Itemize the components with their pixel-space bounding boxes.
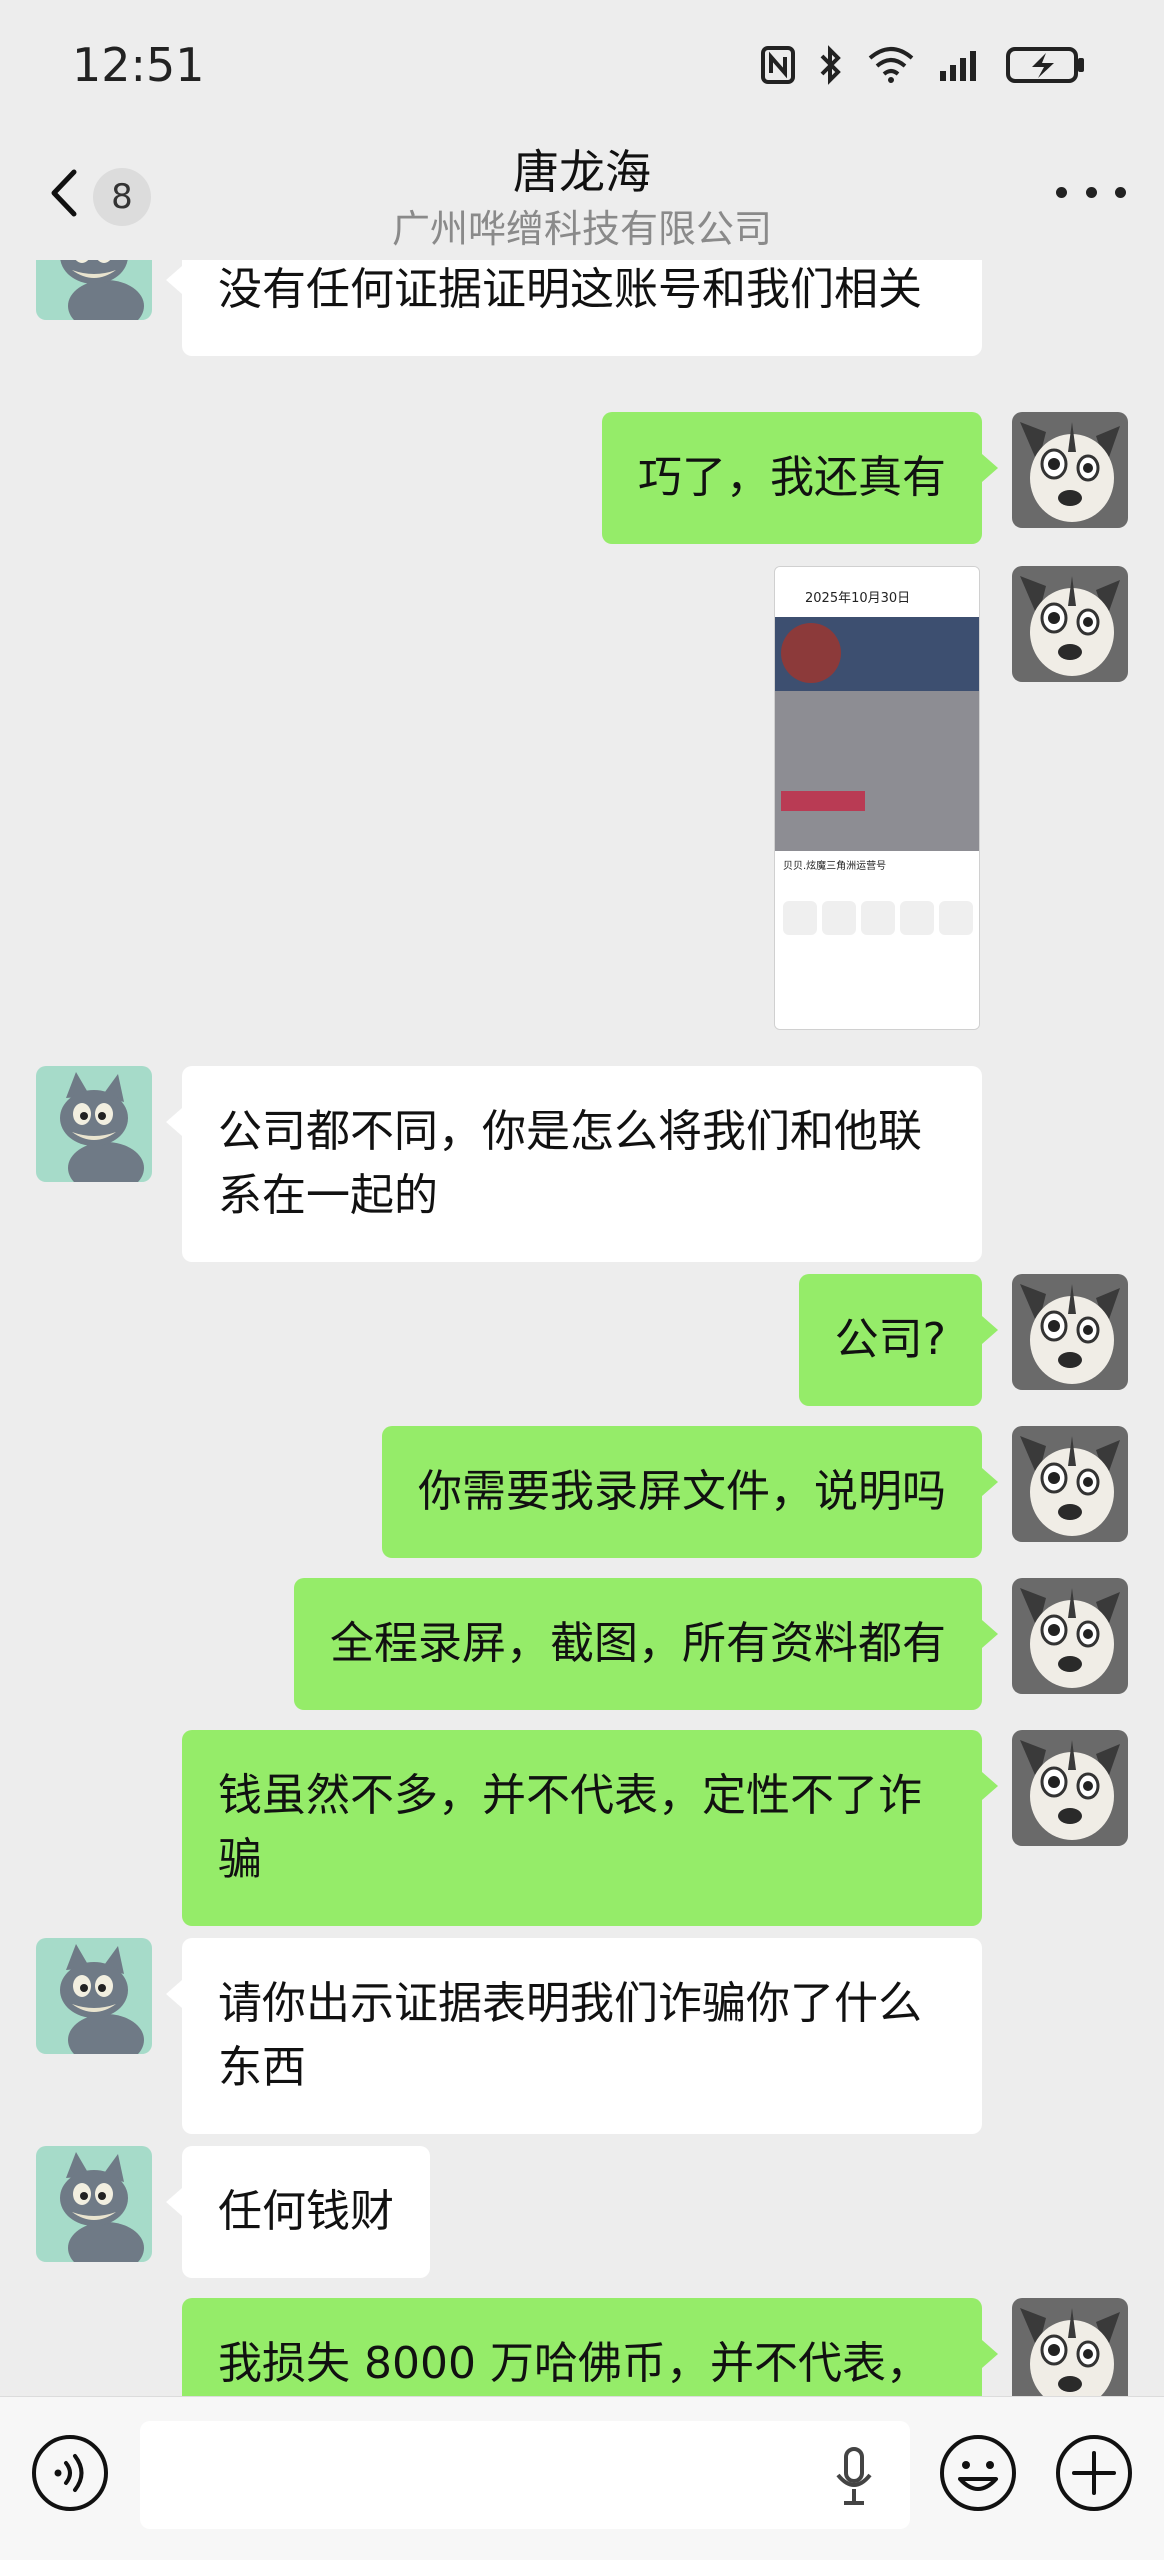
message-text: 全程录屏，截图，所有资料都有 <box>330 1618 946 1669</box>
message-text: 请你出示证据表明我们诈骗你了什么东西 <box>218 1978 922 2093</box>
input-bar <box>0 2396 1164 2560</box>
message-bubble[interactable]: 我损失 8000 万哈佛币，并不代表， <box>182 2298 998 2396</box>
chat-messages[interactable]: 没有任何证据证明这账号和我们相关 巧了，我还真有 2025年10月30日 贝贝.… <box>0 260 1164 2396</box>
message-text: 巧了，我还真有 <box>638 452 946 503</box>
wifi-icon <box>868 47 914 83</box>
cat-avatar[interactable] <box>36 1066 152 1182</box>
plus-icon <box>1056 2435 1132 2511</box>
dog-avatar[interactable] <box>1012 1578 1128 1694</box>
message-bubble[interactable]: 全程录屏，截图，所有资料都有 <box>294 1578 998 1710</box>
message-input[interactable] <box>140 2421 910 2529</box>
battery-charging-icon <box>1006 47 1084 83</box>
bluetooth-icon <box>820 45 841 85</box>
nfc-icon <box>761 46 795 84</box>
cat-avatar[interactable] <box>36 260 152 320</box>
voice-button[interactable] <box>30 2433 110 2513</box>
message-bubble[interactable]: 你需要我录屏文件，说明吗 <box>382 1426 998 1558</box>
image-message[interactable]: 2025年10月30日 贝贝.炫魔三角洲运营号 <box>774 566 980 1030</box>
cat-avatar[interactable] <box>36 1938 152 2054</box>
dog-avatar[interactable] <box>1012 2298 1128 2396</box>
dog-avatar[interactable] <box>1012 1426 1128 1542</box>
chat-subtitle: 广州哗缯科技有限公司 <box>391 207 772 251</box>
emoji-button[interactable] <box>938 2433 1018 2513</box>
message-text: 钱虽然不多，并不代表，定性不了诈骗 <box>218 1770 922 1885</box>
status-time: 12:51 <box>72 38 205 92</box>
message-text: 公司都不同，你是怎么将我们和他联系在一起的 <box>218 1106 922 1221</box>
chat-header: 8 唐龙海 广州哗缯科技有限公司 <box>0 130 1164 260</box>
emoji-icon <box>940 2435 1016 2511</box>
more-button[interactable] <box>1056 172 1126 212</box>
plus-button[interactable] <box>1054 2433 1134 2513</box>
dog-avatar[interactable] <box>1012 1274 1128 1390</box>
message-text: 没有任何证据证明这账号和我们相关 <box>218 264 922 315</box>
message-bubble[interactable]: 请你出示证据表明我们诈骗你了什么东西 <box>166 1938 982 2134</box>
status-icons <box>760 44 1086 86</box>
microphone-icon[interactable] <box>834 2445 874 2507</box>
message-text: 我损失 8000 万哈佛币，并不代表， <box>218 2338 930 2389</box>
message-text: 任何钱财 <box>218 2186 394 2237</box>
image-date-text: 2025年10月30日 <box>805 591 911 606</box>
chat-title: 唐龙海 <box>513 145 651 199</box>
message-bubble[interactable]: 没有任何证据证明这账号和我们相关 <box>166 260 982 356</box>
voice-icon <box>32 2435 108 2511</box>
message-bubble[interactable]: 任何钱财 <box>166 2146 430 2278</box>
message-bubble[interactable]: 公司都不同，你是怎么将我们和他联系在一起的 <box>166 1066 982 1262</box>
dog-avatar[interactable] <box>1012 412 1128 528</box>
status-bar: 12:51 <box>0 0 1164 130</box>
image-sheet-title: 贝贝.炫魔三角洲运营号 <box>783 861 887 872</box>
message-bubble[interactable]: 巧了，我还真有 <box>602 412 998 544</box>
message-bubble[interactable]: 钱虽然不多，并不代表，定性不了诈骗 <box>182 1730 998 1926</box>
message-text: 公司? <box>834 1314 946 1365</box>
more-dots-icon <box>1056 186 1067 198</box>
dog-avatar[interactable] <box>1012 566 1128 682</box>
message-bubble[interactable]: 公司? <box>798 1274 999 1406</box>
cat-avatar[interactable] <box>36 2146 152 2262</box>
message-text: 你需要我录屏文件，说明吗 <box>418 1466 946 1517</box>
signal-icon <box>940 51 976 81</box>
dog-avatar[interactable] <box>1012 1730 1128 1846</box>
